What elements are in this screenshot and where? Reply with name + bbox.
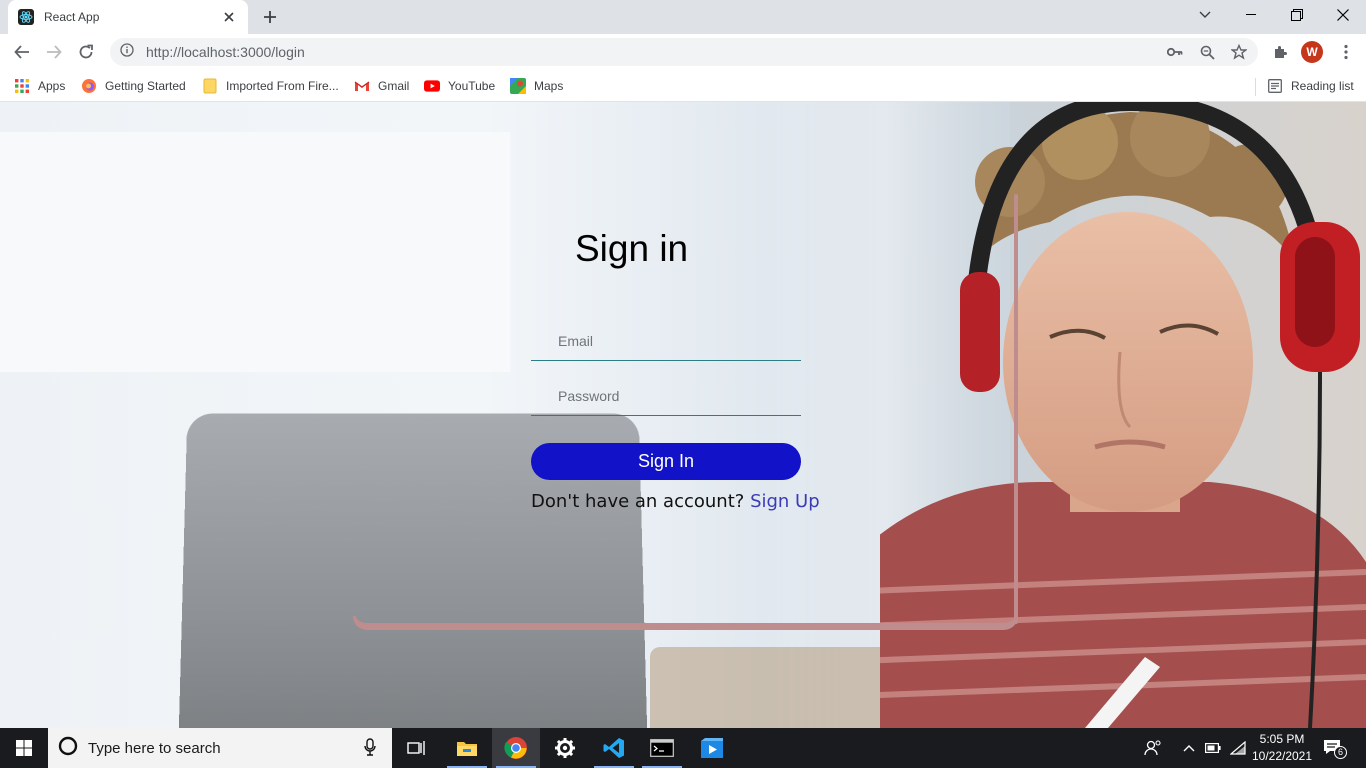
settings-taskbar-button[interactable] (541, 728, 589, 768)
bookmarks-bar: Apps Getting Started Imported From Fire.… (0, 70, 1366, 102)
browser-tab[interactable]: React App (8, 0, 248, 34)
chrome-menu-icon[interactable] (1332, 38, 1360, 66)
notification-center-icon[interactable]: 6 (1323, 738, 1347, 759)
password-field[interactable] (531, 376, 801, 416)
zoom-icon[interactable] (1198, 43, 1216, 61)
notification-count-badge: 6 (1334, 746, 1347, 759)
page-title: Sign in (575, 228, 689, 269)
youtube-icon (424, 78, 440, 94)
system-clock[interactable]: 5:05 PM 10/22/2021 (1244, 731, 1320, 765)
vscode-icon (603, 738, 624, 758)
browser-toolbar: http://localhost:3000/login W (0, 34, 1366, 70)
site-info-icon[interactable] (120, 42, 134, 62)
gear-icon (555, 738, 575, 758)
clock-time: 5:05 PM (1259, 732, 1305, 746)
bookmark-label: Apps (38, 79, 66, 93)
login-card-bottom-border (353, 616, 1018, 630)
firefox-icon (81, 78, 97, 94)
bookmark-label: YouTube (448, 79, 496, 93)
vscode-taskbar-button[interactable] (590, 728, 638, 768)
bookmark-label: Imported From Fire... (226, 79, 339, 93)
minimize-button[interactable] (1228, 0, 1274, 30)
no-account-text: Don't have an account? (531, 491, 745, 512)
background-window-light (0, 132, 510, 372)
bookmark-maps[interactable]: Maps (510, 76, 563, 96)
address-bar[interactable]: http://localhost:3000/login (110, 38, 1258, 66)
login-card-right-border (1014, 194, 1018, 624)
folder-icon (457, 742, 477, 756)
apps-grid-icon (14, 78, 30, 94)
bookmark-getting-started[interactable]: Getting Started (81, 76, 186, 96)
bookmark-star-icon[interactable] (1230, 43, 1248, 61)
chrome-taskbar-button[interactable] (492, 728, 540, 768)
tab-strip: React App (0, 0, 1366, 34)
forward-button[interactable] (40, 38, 68, 66)
cortana-circle-icon (58, 736, 78, 761)
close-tab-icon[interactable] (220, 8, 238, 26)
taskbar-search-box[interactable]: Type here to search (48, 728, 392, 768)
new-tab-button[interactable] (258, 6, 282, 28)
file-explorer-button[interactable] (443, 728, 491, 768)
bookmark-label: Getting Started (105, 79, 186, 93)
search-placeholder: Type here to search (88, 739, 221, 757)
reload-button[interactable] (72, 38, 100, 66)
background-student-image (880, 102, 1366, 728)
key-icon[interactable] (1166, 43, 1184, 61)
media-player-taskbar-button[interactable] (688, 728, 736, 768)
profile-avatar[interactable]: W (1301, 41, 1323, 63)
reading-list-label: Reading list (1291, 79, 1354, 93)
email-field[interactable] (531, 321, 801, 361)
terminal-taskbar-button[interactable] (638, 728, 686, 768)
battery-icon[interactable] (1203, 738, 1223, 758)
tab-title: React App (44, 10, 100, 24)
bookmark-label: Maps (534, 79, 564, 93)
windows-taskbar: Type here to search 5:05 PM 10/22/2021 6 (0, 728, 1366, 768)
chrome-icon (504, 737, 527, 759)
clock-date: 10/22/2021 (1251, 749, 1313, 763)
start-button[interactable] (0, 728, 48, 768)
windows-logo-icon (16, 740, 32, 756)
signup-prompt: Don't have an account? Sign Up (531, 491, 820, 512)
bookmark-label: Gmail (378, 79, 410, 93)
bookmark-gmail[interactable]: Gmail (354, 76, 409, 96)
sign-up-link[interactable]: Sign Up (750, 491, 820, 512)
restore-button[interactable] (1274, 0, 1320, 30)
maps-icon (510, 78, 526, 94)
url-text: http://localhost:3000/login (146, 44, 305, 60)
reading-list-icon (1267, 78, 1283, 94)
folder-icon (202, 78, 218, 94)
login-page: Sign in Sign In Don't have an account? S… (0, 102, 1366, 728)
bookmarks-divider (1255, 78, 1256, 96)
reading-list-button[interactable]: Reading list (1267, 76, 1354, 96)
task-view-icon (407, 741, 425, 755)
tab-search-chevron-icon[interactable] (1182, 0, 1228, 30)
microphone-icon[interactable] (364, 738, 376, 761)
back-button[interactable] (8, 38, 36, 66)
extensions-puzzle-icon[interactable] (1266, 38, 1294, 66)
gmail-icon (354, 78, 370, 94)
task-view-button[interactable] (392, 728, 440, 768)
chevron-up-icon[interactable] (1179, 738, 1199, 758)
bookmark-imported-folder[interactable]: Imported From Fire... (202, 76, 339, 96)
terminal-icon (650, 739, 674, 757)
movies-app-icon (701, 738, 723, 758)
sign-in-button[interactable]: Sign In (531, 443, 801, 480)
react-favicon-icon (18, 9, 34, 25)
close-window-button[interactable] (1320, 0, 1366, 30)
bookmark-apps[interactable]: Apps (14, 76, 65, 96)
bookmark-youtube[interactable]: YouTube (424, 76, 495, 96)
people-icon[interactable] (1143, 738, 1163, 758)
